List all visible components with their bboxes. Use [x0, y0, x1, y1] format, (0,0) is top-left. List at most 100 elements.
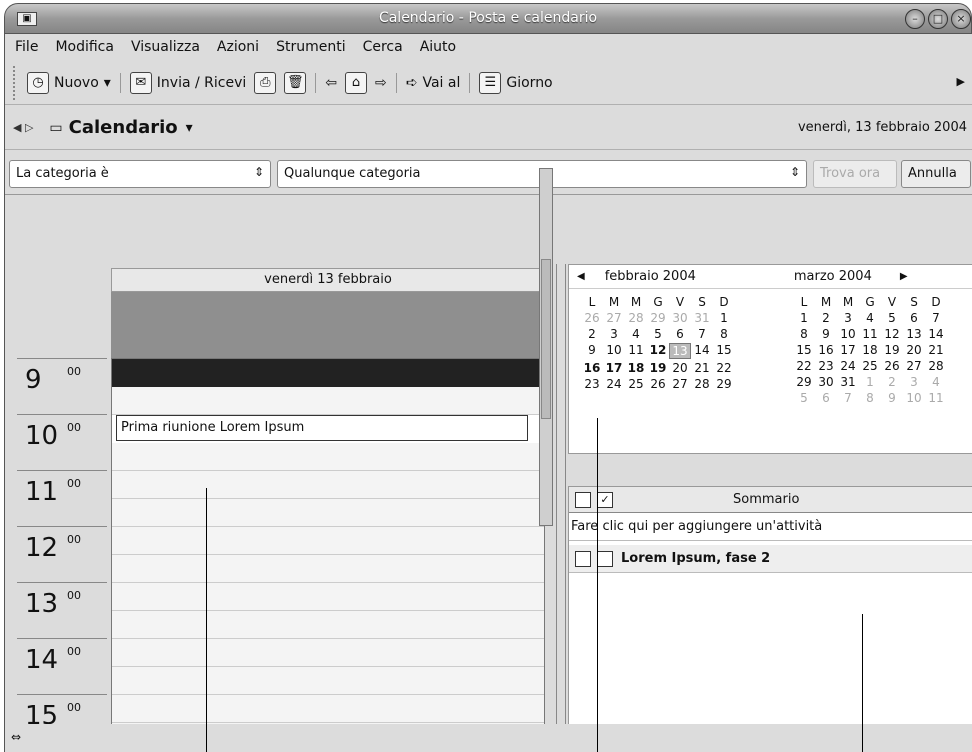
time-slot[interactable] — [112, 639, 544, 667]
day-cell[interactable]: 4 — [625, 327, 647, 341]
day-cell[interactable]: 29 — [793, 375, 815, 389]
day-cell[interactable]: 5 — [793, 391, 815, 405]
day-cell[interactable]: 4 — [859, 311, 881, 325]
day-cell[interactable]: 26 — [647, 377, 669, 391]
day-cell[interactable]: 6 — [903, 311, 925, 325]
time-slot[interactable] — [112, 527, 544, 555]
menu-file[interactable]: File — [15, 39, 38, 55]
day-cell[interactable]: 6 — [815, 391, 837, 405]
scrollbar-thumb[interactable] — [541, 259, 551, 419]
day-cell[interactable]: 3 — [837, 311, 859, 325]
day-cell[interactable]: 21 — [925, 343, 947, 357]
day-cell[interactable]: 28 — [691, 377, 713, 391]
day-view-button[interactable]: ☰ Giorno — [475, 66, 556, 100]
chevron-down-icon[interactable]: ▾ — [104, 75, 111, 91]
day-cell[interactable]: 16 — [581, 361, 603, 375]
back-button[interactable]: ⇦ — [321, 66, 341, 100]
day-cell[interactable]: 8 — [713, 327, 735, 341]
day-cell[interactable]: 4 — [925, 375, 947, 389]
next-month-icon[interactable]: ▶ — [900, 271, 908, 282]
event-item[interactable]: Prima riunione Lorem Ipsum — [116, 415, 528, 441]
day-cell[interactable]: 5 — [881, 311, 903, 325]
time-slot[interactable] — [112, 387, 544, 415]
day-cell[interactable]: 11 — [925, 391, 947, 405]
day-cell[interactable]: 8 — [793, 327, 815, 341]
day-cell[interactable]: 29 — [713, 377, 735, 391]
day-cell[interactable]: 6 — [669, 327, 691, 341]
calendar-title[interactable]: Calendario — [69, 117, 178, 138]
day-cell[interactable]: 15 — [793, 343, 815, 357]
day-cell[interactable]: 2 — [881, 375, 903, 389]
day-cell[interactable]: 15 — [713, 343, 735, 359]
day-cell[interactable]: 7 — [837, 391, 859, 405]
time-slot[interactable] — [112, 471, 544, 499]
toolbar-grip[interactable] — [13, 65, 17, 100]
time-slot[interactable] — [112, 555, 544, 583]
day-cell[interactable]: 18 — [625, 361, 647, 375]
day-cell[interactable]: 5 — [647, 327, 669, 341]
day-cell[interactable]: 23 — [581, 377, 603, 391]
day-cell[interactable]: 19 — [647, 361, 669, 375]
nav-back-forward-icon[interactable]: ◀ ▷ — [13, 121, 33, 134]
day-cell[interactable]: 17 — [603, 361, 625, 375]
day-cell[interactable]: 1 — [859, 375, 881, 389]
print-button[interactable]: ⎙ — [250, 66, 280, 100]
delete-button[interactable]: 🗑 — [280, 66, 310, 100]
day-cell[interactable]: 10 — [903, 391, 925, 405]
day-cell[interactable]: 10 — [837, 327, 859, 341]
day-cell[interactable]: 3 — [603, 327, 625, 341]
day-cell[interactable]: 9 — [581, 343, 603, 359]
day-cell[interactable]: 10 — [603, 343, 625, 359]
menu-modifica[interactable]: Modifica — [55, 39, 114, 55]
day-cell[interactable]: 27 — [603, 311, 625, 325]
day-cell[interactable]: 16 — [815, 343, 837, 357]
day-cell[interactable]: 28 — [625, 311, 647, 325]
toolbar-overflow-icon[interactable]: ▶ — [957, 75, 965, 88]
day-cell[interactable]: 29 — [647, 311, 669, 325]
selected-time-bar[interactable] — [112, 359, 544, 387]
time-grid[interactable]: Prima riunione Lorem Ipsum — [111, 358, 545, 744]
day-cell[interactable]: 20 — [669, 361, 691, 375]
time-slot[interactable] — [112, 695, 544, 723]
day-cell[interactable]: 19 — [881, 343, 903, 357]
day-cell[interactable]: 27 — [669, 377, 691, 391]
day-cell[interactable]: 30 — [815, 375, 837, 389]
day-cell[interactable]: 7 — [691, 327, 713, 341]
day-cell[interactable]: 8 — [859, 391, 881, 405]
day-cell[interactable]: 13 — [903, 327, 925, 341]
forward-button[interactable]: ⇨ — [371, 66, 391, 100]
send-receive-button[interactable]: ✉ Invia / Ricevi — [126, 66, 250, 100]
day-cell[interactable]: 18 — [859, 343, 881, 357]
time-slot[interactable] — [112, 443, 544, 471]
day-cell[interactable]: 3 — [903, 375, 925, 389]
time-slot[interactable] — [112, 499, 544, 527]
prev-month-icon[interactable]: ◀ — [577, 271, 585, 282]
day-cell[interactable]: 25 — [625, 377, 647, 391]
menu-aiuto[interactable]: Aiuto — [420, 39, 456, 55]
day-cell[interactable]: 13 — [669, 343, 691, 359]
day-cell[interactable]: 22 — [713, 361, 735, 375]
day-cell[interactable]: 12 — [647, 343, 669, 359]
chevron-down-icon[interactable]: ▾ — [186, 120, 193, 136]
day-cell[interactable]: 23 — [815, 359, 837, 373]
time-slot[interactable] — [112, 667, 544, 695]
day-cell[interactable]: 26 — [881, 359, 903, 373]
day-cell[interactable]: 25 — [859, 359, 881, 373]
pane-divider[interactable] — [556, 264, 566, 750]
day-cell[interactable]: 26 — [581, 311, 603, 325]
close-icon[interactable]: × — [951, 9, 971, 29]
task-add-row[interactable]: Fare clic qui per aggiungere un'attività — [569, 513, 972, 541]
minimize-icon[interactable]: – — [905, 9, 925, 29]
menu-cerca[interactable]: Cerca — [363, 39, 403, 55]
day-cell[interactable]: 30 — [669, 311, 691, 325]
find-now-button[interactable]: Trova ora — [813, 160, 897, 188]
day-cell[interactable]: 1 — [713, 311, 735, 325]
checkbox-icon[interactable]: ✓ — [597, 491, 613, 508]
day-cell[interactable]: 31 — [691, 311, 713, 325]
menu-strumenti[interactable]: Strumenti — [276, 39, 346, 55]
summary-header[interactable]: Sommario — [733, 492, 799, 507]
day-cell[interactable]: 21 — [691, 361, 713, 375]
cancel-button[interactable]: Annulla — [901, 160, 971, 188]
day-cell[interactable]: 24 — [603, 377, 625, 391]
day-cell[interactable]: 1 — [793, 311, 815, 325]
